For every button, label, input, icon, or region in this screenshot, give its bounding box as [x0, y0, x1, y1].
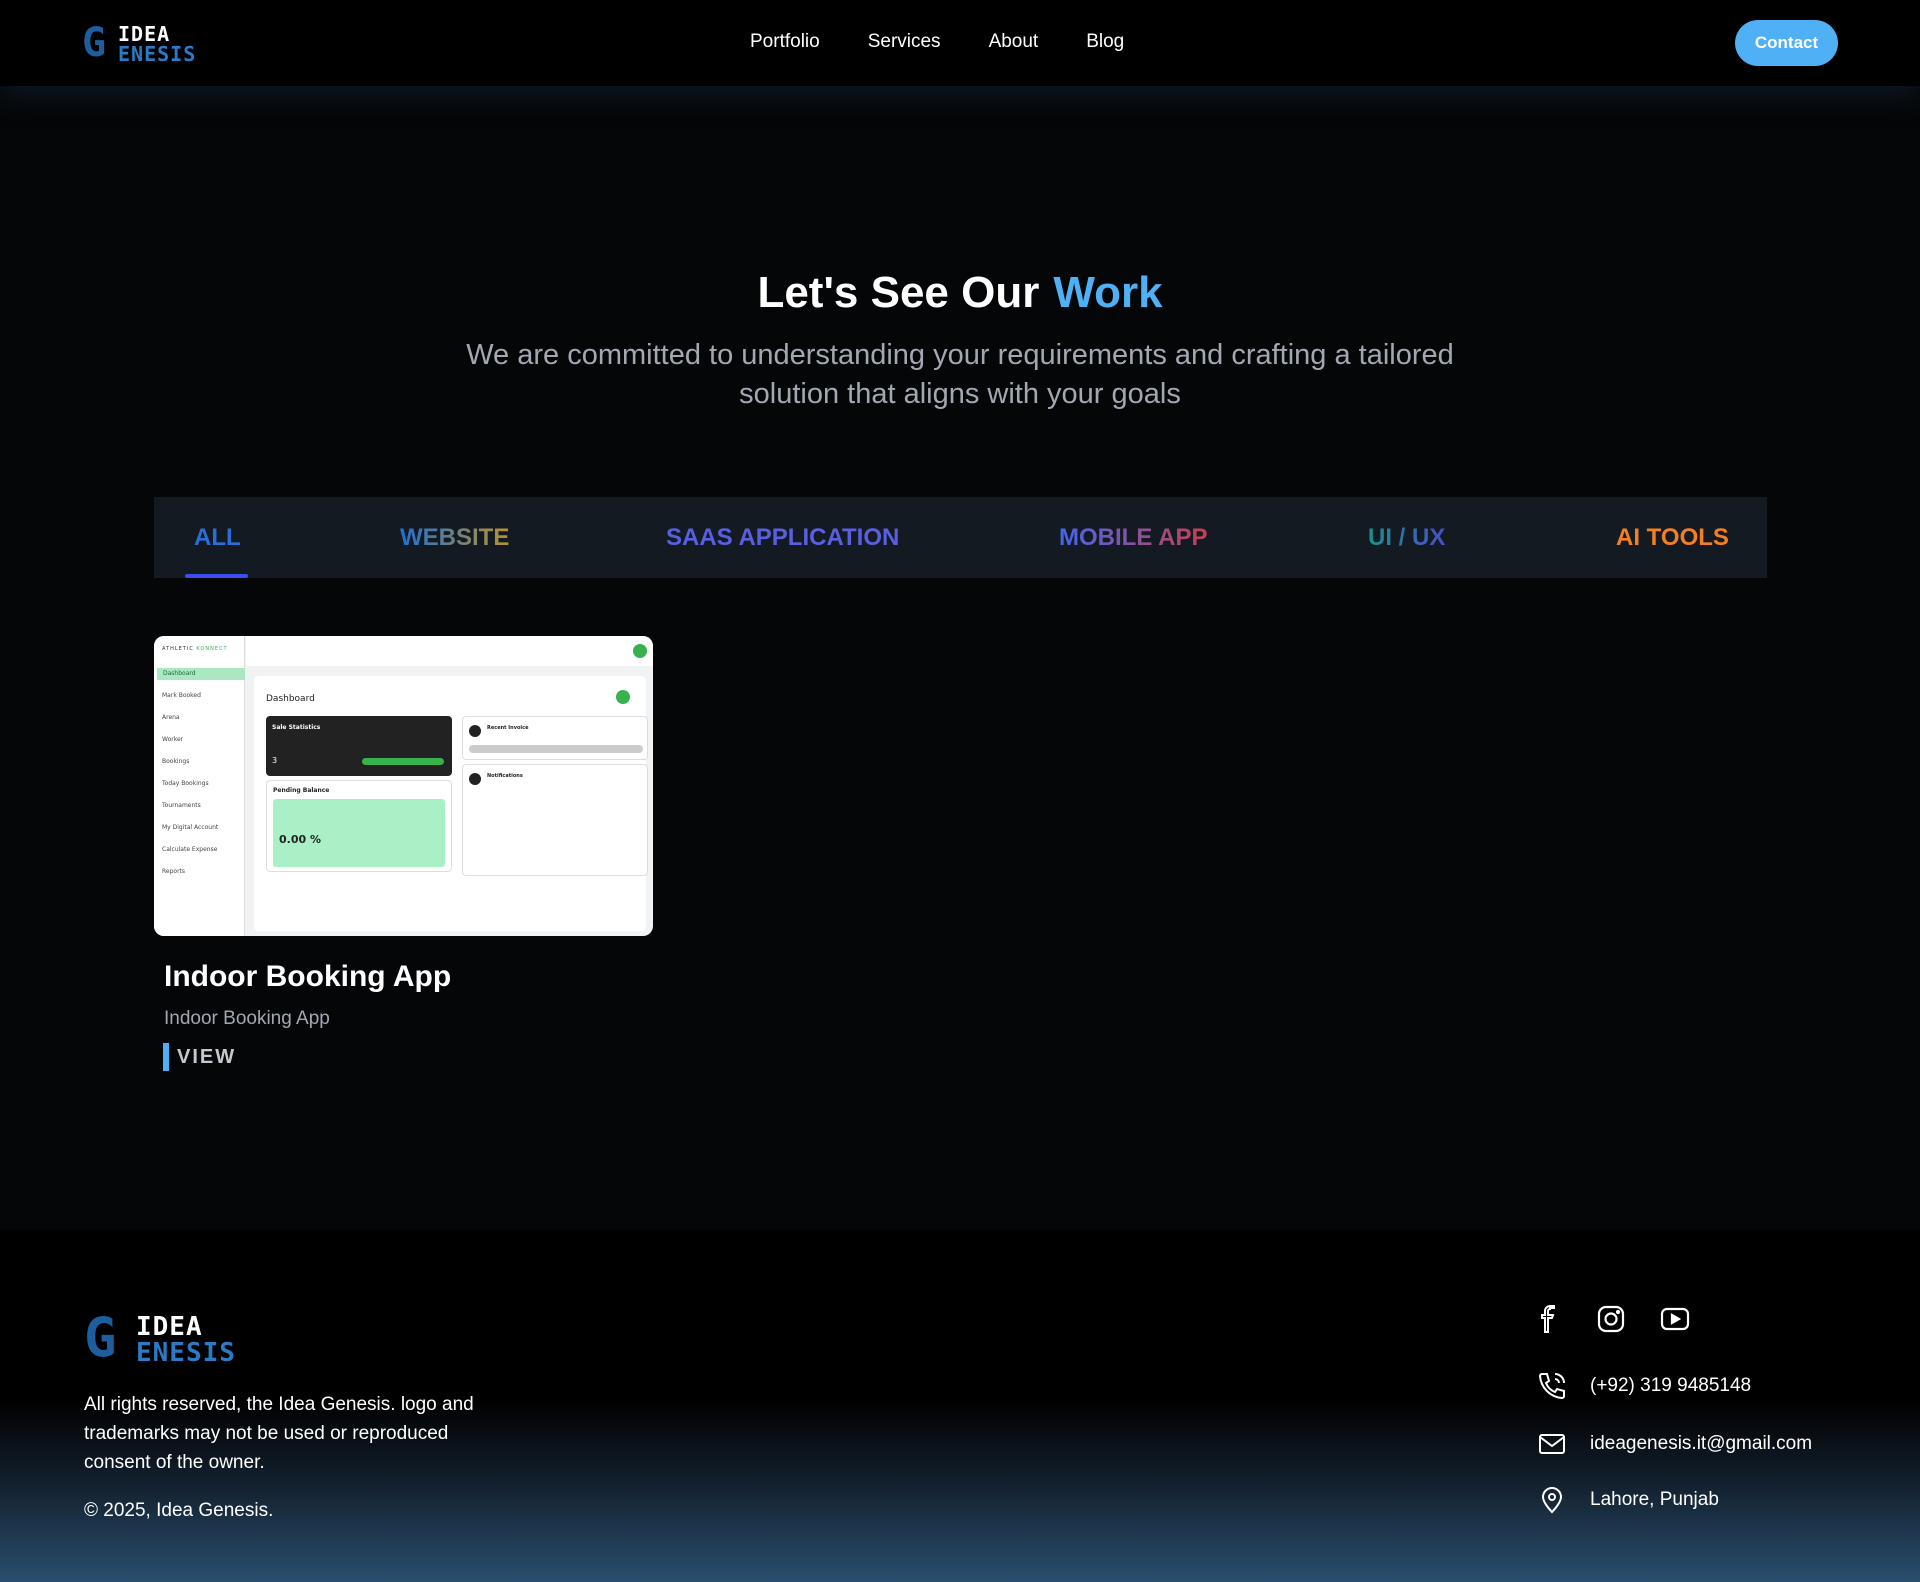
title-accent: Work	[1053, 268, 1163, 317]
preview-nav-item: Bookings	[162, 758, 190, 765]
logo-line1: IDEA	[136, 1312, 203, 1342]
social-links	[1530, 1302, 1722, 1336]
footer-copyright: © 2025, Idea Genesis.	[84, 1500, 274, 1521]
main-menu: Portfolio Services About Blog	[750, 28, 1172, 56]
contact-email[interactable]: ideagenesis.it@gmail.com	[1534, 1426, 1812, 1462]
location-text: Lahore, Punjab	[1590, 1489, 1719, 1510]
preview-nav-item: Mark Booked	[162, 692, 201, 699]
email-address: ideagenesis.it@gmail.com	[1590, 1433, 1813, 1454]
footer: G IDEA ENESIS All rights reserved, the I…	[0, 1230, 1920, 1582]
nav-link-portfolio[interactable]: Portfolio	[750, 28, 820, 56]
preview-sale-card: Sale Statistics 3	[266, 716, 452, 776]
location-pin-icon	[1534, 1482, 1570, 1518]
tab-all-label: ALL	[194, 524, 241, 551]
preview-nav-item: Arena	[162, 714, 180, 721]
preview-main: Dashboard Sale Statistics 3 Recent Invoi…	[254, 676, 648, 931]
project-subtitle: Indoor Booking App	[164, 1008, 330, 1029]
preview-topbar	[246, 636, 653, 666]
preview-nav-item: Dashboard	[157, 668, 245, 680]
nav-link-about[interactable]: About	[989, 28, 1039, 56]
footer-logo[interactable]: G IDEA ENESIS	[84, 1306, 284, 1369]
tab-all[interactable]: ALL	[185, 497, 248, 578]
preview-pending-card: Pending Balance 0.00 %	[266, 780, 452, 872]
logo-line2: ENESIS	[136, 1338, 236, 1368]
contact-phone[interactable]: (+92) 319 9485148	[1534, 1368, 1751, 1404]
phone-icon	[1534, 1368, 1570, 1404]
preview-avatar-icon	[633, 644, 647, 658]
category-tabs: ALL WEBSITE SAAS APPLICATION MOBILE APP …	[154, 497, 1767, 578]
youtube-icon[interactable]	[1658, 1302, 1692, 1336]
preview-notifications-card: Notifications	[462, 764, 648, 876]
preview-nav-item: My Digital Account	[162, 824, 219, 831]
preview-brand: ATHLETIC KONNECT	[162, 646, 228, 652]
preview-heading: Dashboard	[266, 694, 315, 704]
active-tab-indicator	[185, 574, 248, 578]
preview-nav-item: Tournaments	[162, 802, 201, 809]
view-project-link[interactable]: VIEW	[163, 1043, 236, 1071]
nav-link-services[interactable]: Services	[868, 28, 941, 56]
preview-nav-item: Calculate Expense	[162, 846, 218, 853]
contact-location: Lahore, Punjab	[1534, 1482, 1719, 1518]
preview-refresh-icon	[616, 690, 630, 704]
instagram-icon[interactable]	[1594, 1302, 1628, 1336]
tab-ui-ux[interactable]: UI / UX	[1368, 497, 1445, 578]
site-logo[interactable]: G IDEA ENESIS	[82, 22, 222, 64]
preview-nav-item: Today Bookings	[162, 780, 209, 787]
tab-ai-tools[interactable]: AI TOOLS	[1616, 497, 1729, 578]
tab-website[interactable]: WEBSITE	[400, 497, 509, 578]
logo-line1: IDEA	[118, 22, 171, 46]
page-subtitle: We are committed to understanding your r…	[466, 339, 1454, 410]
preview-nav-item: Worker	[162, 736, 184, 743]
facebook-icon[interactable]	[1530, 1302, 1564, 1336]
project-title: Indoor Booking App	[164, 960, 452, 993]
contact-button[interactable]: Contact	[1735, 20, 1838, 66]
nav-link-blog[interactable]: Blog	[1086, 28, 1124, 56]
footer-rights-text: All rights reserved, the Idea Genesis. l…	[84, 1394, 474, 1473]
logo-letter: G	[84, 1306, 117, 1369]
project-preview-image[interactable]: ATHLETIC KONNECT Dashboard Mark Booked A…	[154, 636, 653, 936]
tab-saas-application[interactable]: SAAS APPLICATION	[666, 497, 899, 578]
preview-sidebar: ATHLETIC KONNECT Dashboard Mark Booked A…	[154, 636, 245, 936]
preview-nav-item: Reports	[162, 868, 186, 875]
mail-icon	[1534, 1426, 1570, 1462]
logo-letter: G	[82, 20, 107, 66]
logo-line2: ENESIS	[118, 42, 197, 66]
tab-mobile-app[interactable]: MOBILE APP	[1059, 497, 1207, 578]
page-title: Let's See Our Work	[0, 268, 1920, 318]
phone-number: (+92) 319 9485148	[1590, 1375, 1752, 1396]
top-navbar: G IDEA ENESIS Portfolio Services About B…	[0, 0, 1920, 86]
title-main: Let's See Our	[757, 268, 1040, 317]
preview-invoice-card: Recent Invoice	[462, 716, 648, 760]
